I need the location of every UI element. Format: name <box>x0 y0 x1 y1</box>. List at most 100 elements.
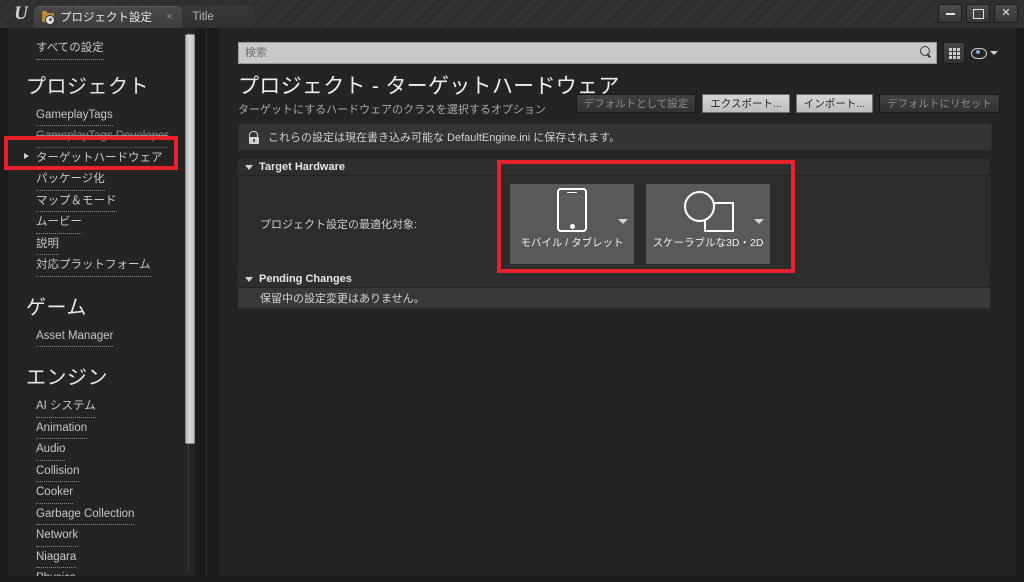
sidebar-item-label: ムービー <box>36 213 82 234</box>
sidebar-item-target-hardware[interactable]: ターゲットハードウェア <box>8 148 195 169</box>
page-subtitle: ターゲットにするハードウェアのクラスを選択するオプション <box>238 104 546 116</box>
collapse-triangle-icon[interactable] <box>245 276 253 282</box>
tab-strip: プロジェクト設定 × Title <box>34 6 254 28</box>
sidebar-scrollbar[interactable] <box>185 32 195 572</box>
hardware-card-scalable-3d-2d[interactable]: スケーラブルな3D・2D <box>646 183 770 264</box>
minimize-button[interactable] <box>938 4 962 23</box>
sidebar-item-label: 説明 <box>36 234 59 255</box>
section-header[interactable]: Target Hardware <box>238 159 990 176</box>
sidebar-item-network[interactable]: Network <box>8 525 195 547</box>
sidebar-item-maps-and-modes[interactable]: マップ＆モード <box>8 191 195 212</box>
info-bar-text: これらの設定は現在書き込み可能な DefaultEngine.ini に保存され… <box>268 132 621 144</box>
sidebar-item-gameplaytags-developer[interactable]: GameplayTags Developer <box>8 126 195 148</box>
section-header[interactable]: Pending Changes <box>238 271 990 288</box>
sidebar-item-supported-platforms[interactable]: 対応プラットフォーム <box>8 255 195 277</box>
settings-sidebar: すべての設定 プロジェクト GameplayTags GameplayTags … <box>8 28 195 576</box>
pending-changes-empty-row: 保留中の設定変更はありません。 <box>238 288 990 309</box>
sidebar-item-audio[interactable]: Audio <box>8 439 195 461</box>
page-title: プロジェクト - ターゲットハードウェア <box>238 75 620 98</box>
sidebar-item-label: Cooker <box>36 483 74 504</box>
sidebar-item-label: Audio <box>36 440 66 461</box>
section-body: プロジェクト設定の最適化対象: モバイル / タブレット スケーラブルな3D・2… <box>238 176 990 272</box>
window-content: すべての設定 プロジェクト GameplayTags GameplayTags … <box>0 28 1024 582</box>
window-controls: ✕ <box>938 4 1018 23</box>
minimize-icon <box>945 12 955 15</box>
sidebar-item-label: Collision <box>36 461 80 482</box>
config-file-info-bar: これらの設定は現在書き込み可能な DefaultEngine.ini に保存され… <box>238 123 992 151</box>
sidebar-item-garbage-collection[interactable]: Garbage Collection <box>8 504 195 525</box>
hardware-card-mobile-tablet[interactable]: モバイル / タブレット <box>510 183 634 264</box>
set-as-default-button[interactable]: デフォルトとして設定 <box>575 94 697 113</box>
sidebar-item-label: AI システム <box>36 397 96 418</box>
sidebar-heading-project: プロジェクト <box>26 75 149 98</box>
import-button[interactable]: インポート... <box>795 94 873 113</box>
sidebar-item-label: マップ＆モード <box>36 191 117 212</box>
sidebar-item-all-settings[interactable]: すべての設定 <box>8 38 195 60</box>
tab-project-settings[interactable]: プロジェクト設定 × <box>34 6 183 28</box>
chevron-down-icon <box>990 51 998 55</box>
sidebar-item-label: パッケージ化 <box>36 170 105 191</box>
project-settings-icon <box>42 10 55 24</box>
sidebar-item-movies[interactable]: ムービー <box>8 212 195 234</box>
search-row <box>238 42 998 64</box>
expander-triangle-icon[interactable] <box>24 152 29 159</box>
search-icon <box>920 46 932 58</box>
card-label: スケーラブルな3D・2D <box>652 236 764 249</box>
grid-view-icon <box>948 47 960 59</box>
sidebar-heading-game: ゲーム <box>26 296 87 319</box>
card-label: モバイル / タブレット <box>520 236 624 249</box>
scrollbar-thumb[interactable] <box>185 34 195 444</box>
eye-icon <box>971 47 987 59</box>
sidebar-item-label: Niagara <box>36 547 77 568</box>
sidebar-item-cooker[interactable]: Cooker <box>8 482 195 504</box>
tab-close-icon[interactable]: × <box>166 11 172 23</box>
settings-action-buttons: デフォルトとして設定 エクスポート... インポート... デフォルトにリセット <box>575 94 1000 113</box>
sidebar-heading-engine: エンジン <box>26 367 108 389</box>
sidebar-item-label: Animation <box>36 418 88 439</box>
dropdown-arrow-icon[interactable] <box>618 218 628 224</box>
property-row-optimization-target: プロジェクト設定の最適化対象: モバイル / タブレット スケーラブルな3D・2… <box>238 176 990 272</box>
settings-main-panel: プロジェクト - ターゲットハードウェア ターゲットにするハードウェアのクラスを… <box>219 28 1016 576</box>
section-title: Target Hardware <box>259 161 345 173</box>
sidebar-item-ai-system[interactable]: AI システム <box>8 396 195 418</box>
sidebar-item-label: GameplayTags <box>36 105 113 126</box>
sidebar-item-animation[interactable]: Animation <box>8 418 195 439</box>
sidebar-item-label: Garbage Collection <box>36 504 135 525</box>
hardware-card-group: モバイル / タブレット スケーラブルな3D・2D <box>510 183 770 264</box>
sidebar-item-label: Network <box>36 526 79 547</box>
close-button[interactable]: ✕ <box>994 4 1018 23</box>
sidebar-item-collision[interactable]: Collision <box>8 461 195 482</box>
search-input[interactable] <box>239 44 936 62</box>
section-target-hardware: Target Hardware プロジェクト設定の最適化対象: モバイル / タ… <box>238 159 990 272</box>
sidebar-item-label: Physics <box>36 569 76 576</box>
tab-label: プロジェクト設定 <box>60 12 152 24</box>
sidebar-item-asset-manager[interactable]: Asset Manager <box>8 326 195 347</box>
sidebar-item-physics[interactable]: Physics <box>8 568 195 576</box>
dropdown-arrow-icon[interactable] <box>754 218 764 224</box>
reset-to-defaults-button[interactable]: デフォルトにリセット <box>879 94 1000 113</box>
unlocked-padlock-icon <box>248 130 260 144</box>
close-icon: ✕ <box>1001 7 1011 19</box>
sidebar-item-label: 対応プラットフォーム <box>36 256 151 277</box>
sidebar-item-niagara[interactable]: Niagara <box>8 547 195 568</box>
section-pending-changes: Pending Changes 保留中の設定変更はありません。 <box>238 271 990 309</box>
shapes-3d-2d-icon <box>646 184 770 236</box>
grid-view-button[interactable] <box>943 42 965 64</box>
maximize-button[interactable] <box>966 4 990 23</box>
panel-splitter[interactable] <box>200 28 214 576</box>
sidebar-item-gameplaytags[interactable]: GameplayTags <box>8 105 195 126</box>
search-box[interactable] <box>238 42 937 64</box>
mobile-phone-icon <box>510 184 634 236</box>
sidebar-item-label: GameplayTags Developer <box>36 127 169 148</box>
sidebar-item-description[interactable]: 説明 <box>8 234 195 255</box>
title-bar: U プロジェクト設定 × Title ✕ <box>0 0 1024 29</box>
tab-title[interactable]: Title <box>176 6 254 28</box>
export-button[interactable]: エクスポート... <box>702 94 790 113</box>
sidebar-item-label: Asset Manager <box>36 326 114 347</box>
collapse-triangle-icon[interactable] <box>245 164 253 170</box>
property-label: プロジェクト設定の最適化対象: <box>260 218 418 231</box>
visibility-options-button[interactable] <box>971 47 998 59</box>
sidebar-list: すべての設定 プロジェクト GameplayTags GameplayTags … <box>8 28 195 576</box>
sidebar-item-packaging[interactable]: パッケージ化 <box>8 169 195 191</box>
sidebar-item-label: すべての設定 <box>36 39 104 60</box>
